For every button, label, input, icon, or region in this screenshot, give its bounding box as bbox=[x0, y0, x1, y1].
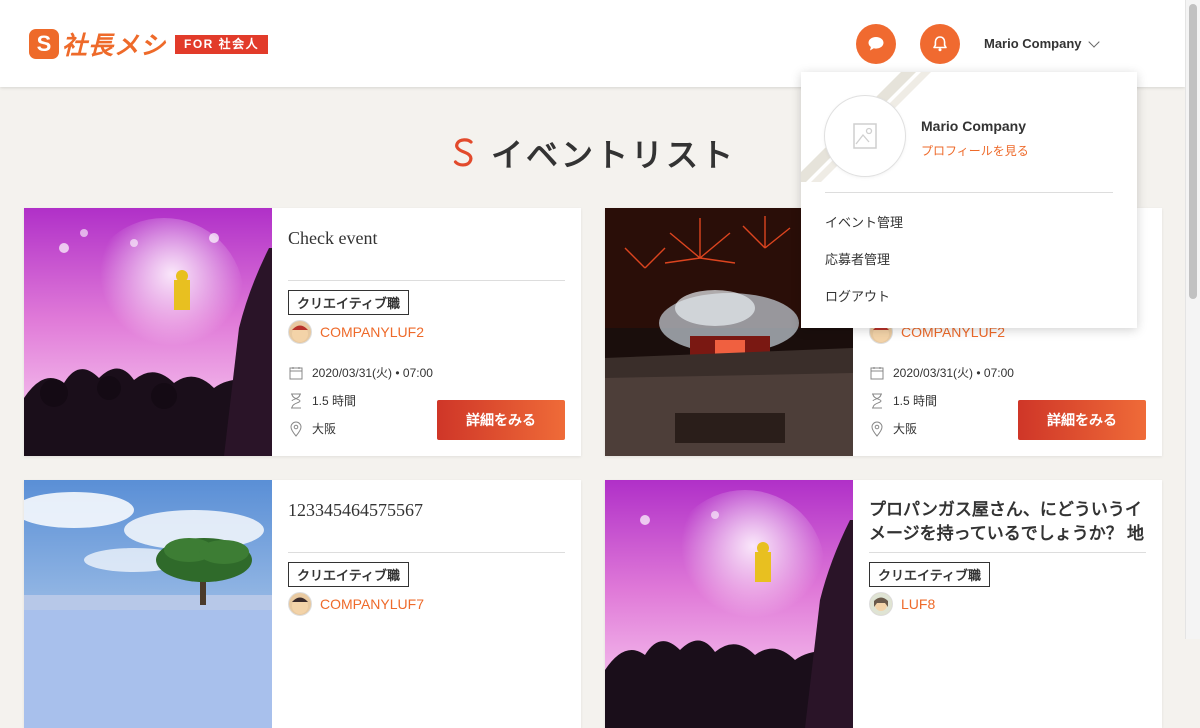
bell-icon bbox=[933, 36, 947, 52]
logo-mark: S bbox=[29, 29, 59, 59]
event-location: 大阪 bbox=[288, 420, 336, 437]
event-card: 123345464575567 クリエイティブ職 COMPANYLUF7 bbox=[24, 480, 581, 728]
card-body: プロパンガス屋さん、にどういうイメージを持っているでしょうか？ 地味 … クリエ… bbox=[869, 480, 1146, 728]
event-card: プロパンガス屋さん、にどういうイメージを持っているでしょうか？ 地味 … クリエ… bbox=[605, 480, 1162, 728]
logo-text: 社長メシ bbox=[62, 32, 167, 60]
hourglass-icon bbox=[869, 393, 885, 409]
hourglass-icon bbox=[288, 393, 304, 409]
company-row[interactable]: LUF8 bbox=[869, 592, 935, 616]
map-pin-icon bbox=[869, 421, 885, 437]
logo[interactable]: S 社長メシ FOR 社会人 bbox=[29, 28, 269, 60]
menu-item-event-management[interactable]: イベント管理 bbox=[825, 212, 903, 231]
datetime-text: 2020/03/31(火) • 07:00 bbox=[312, 366, 433, 380]
location-text: 大阪 bbox=[312, 422, 337, 436]
event-image[interactable] bbox=[605, 480, 853, 728]
company-row[interactable]: COMPANYLUF7 bbox=[288, 592, 424, 616]
event-image[interactable] bbox=[24, 208, 272, 456]
details-button[interactable]: 詳細をみる bbox=[1018, 400, 1146, 440]
duration-text: 1.5 時間 bbox=[893, 394, 938, 408]
scrollbar[interactable] bbox=[1185, 0, 1200, 639]
event-duration: 1.5 時間 bbox=[288, 392, 356, 409]
user-name: Mario Company bbox=[984, 36, 1082, 51]
notification-button[interactable] bbox=[920, 24, 960, 64]
event-card: Check event クリエイティブ職 COMPANYLUF2 2020/03… bbox=[24, 208, 581, 456]
company-name: LUF8 bbox=[901, 596, 936, 612]
card-body: 123345464575567 クリエイティブ職 COMPANYLUF7 bbox=[288, 480, 565, 728]
company-avatar bbox=[869, 592, 893, 616]
calendar-icon bbox=[869, 365, 885, 381]
chat-bubble-icon bbox=[868, 37, 884, 51]
category-tag: クリエイティブ職 bbox=[869, 562, 990, 587]
event-datetime: 2020/03/31(火) • 07:00 bbox=[288, 364, 433, 381]
company-avatar bbox=[288, 320, 312, 344]
dropdown-divider bbox=[825, 192, 1113, 193]
profile-avatar[interactable] bbox=[825, 96, 905, 176]
page-title: イベントリスト bbox=[490, 137, 736, 173]
image-placeholder-icon bbox=[853, 123, 877, 149]
company-row[interactable]: COMPANYLUF2 bbox=[288, 320, 424, 344]
card-divider bbox=[869, 552, 1146, 553]
menu-item-logout[interactable]: ログアウト bbox=[825, 286, 890, 305]
chevron-down-icon bbox=[1087, 35, 1100, 48]
event-image[interactable] bbox=[24, 480, 272, 728]
menu-item-applicant-management[interactable]: 応募者管理 bbox=[825, 249, 890, 268]
company-name: COMPANYLUF2 bbox=[320, 324, 424, 340]
event-location: 大阪 bbox=[869, 420, 917, 437]
view-profile-link[interactable]: プロフィールを見る bbox=[921, 142, 1029, 159]
profile-name: Mario Company bbox=[921, 118, 1027, 134]
location-text: 大阪 bbox=[893, 422, 918, 436]
user-menu-toggle[interactable]: Mario Company bbox=[984, 35, 1100, 51]
calendar-icon bbox=[288, 365, 304, 381]
tree-flowers-image bbox=[24, 480, 272, 728]
company-avatar bbox=[288, 592, 312, 616]
scrollbar-thumb[interactable] bbox=[1189, 4, 1197, 299]
event-title[interactable]: Check event bbox=[288, 226, 565, 250]
duration-text: 1.5 時間 bbox=[312, 394, 357, 408]
company-name: COMPANYLUF7 bbox=[320, 596, 424, 612]
logo-badge: FOR 社会人 bbox=[175, 34, 269, 54]
event-duration: 1.5 時間 bbox=[869, 392, 937, 409]
card-body: Check event クリエイティブ職 COMPANYLUF2 2020/03… bbox=[288, 208, 565, 456]
event-datetime: 2020/03/31(火) • 07:00 bbox=[869, 364, 1014, 381]
message-button[interactable] bbox=[856, 24, 896, 64]
datetime-text: 2020/03/31(火) • 07:00 bbox=[893, 366, 1014, 380]
user-dropdown: Mario Company プロフィールを見る イベント管理 応募者管理 ログア… bbox=[801, 72, 1137, 328]
category-tag: クリエイティブ職 bbox=[288, 290, 409, 315]
card-divider bbox=[288, 552, 565, 553]
event-title[interactable]: 123345464575567 bbox=[288, 498, 565, 522]
details-button[interactable]: 詳細をみる bbox=[437, 400, 565, 440]
concert-image bbox=[24, 208, 272, 456]
s-logo-icon bbox=[453, 138, 473, 167]
card-divider bbox=[288, 280, 565, 281]
category-tag: クリエイティブ職 bbox=[288, 562, 409, 587]
map-pin-icon bbox=[288, 421, 304, 437]
concert-image bbox=[605, 480, 853, 728]
event-title[interactable]: プロパンガス屋さん、にどういうイメージを持っているでしょうか？ 地味 … bbox=[869, 498, 1146, 546]
